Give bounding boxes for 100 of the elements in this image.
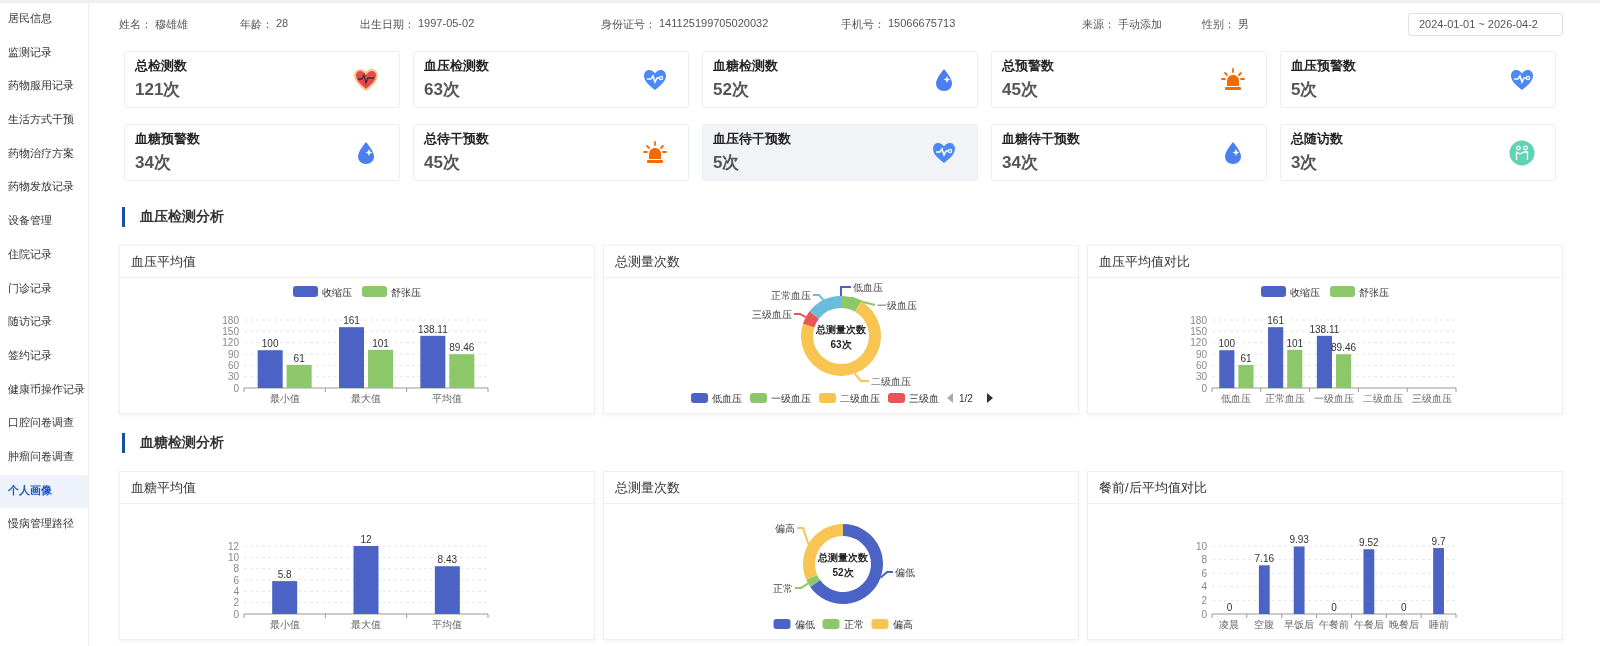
sidebar-item[interactable]: 设备管理	[0, 205, 88, 239]
stat-value: 52次	[713, 79, 750, 101]
stat-card[interactable]: 总待干预数 45次	[413, 124, 689, 181]
legend-item[interactable]: 偏低	[773, 619, 815, 630]
data-label: 0	[1400, 602, 1407, 613]
stat-value: 121次	[135, 79, 182, 101]
legend-item[interactable]: 正常	[822, 619, 864, 630]
sidebar-item[interactable]: 住院记录	[0, 238, 88, 273]
legend-item[interactable]: 低血压	[691, 393, 742, 404]
slice-label: 正常血压	[771, 289, 811, 301]
slice-label: 一级血压	[877, 299, 917, 311]
stat-card[interactable]: 总检测数 121次	[124, 51, 400, 108]
legend-label: 收缩压	[1290, 287, 1320, 298]
sidebar-item[interactable]: 口腔问卷调查	[0, 407, 88, 441]
axis-label: 平均值	[432, 619, 463, 630]
legend-label: 收缩压	[322, 287, 352, 298]
axis-label: 一级血压	[1314, 393, 1354, 404]
legend-item[interactable]: 二级血压	[819, 393, 880, 404]
axis-tick-label: 12	[227, 540, 239, 552]
axis-tick-label: 60	[227, 359, 239, 371]
axis-tick-label: 150	[222, 325, 239, 337]
axis-tick-label: 4	[1201, 581, 1207, 593]
axis-tick-label: 30	[1195, 371, 1207, 383]
legend-item[interactable]: 收缩压	[1261, 286, 1320, 298]
sidebar-item[interactable]: 随访记录	[0, 306, 88, 340]
stat-title: 血压检测数	[424, 58, 489, 75]
stat-value: 45次	[424, 152, 461, 174]
stat-card[interactable]: 总预警数 45次	[991, 51, 1267, 108]
stat-card[interactable]: 血糖检测数 52次	[702, 51, 978, 108]
data-label: 9.7	[1431, 536, 1446, 548]
axis-label: 睡前	[1428, 619, 1449, 630]
axis-label: 三级血压	[1411, 393, 1452, 404]
stat-card[interactable]: 血糖预警数 34次	[124, 124, 400, 181]
axis-label: 平均值	[432, 393, 463, 404]
sidebar-item[interactable]: 健康币操作记录	[0, 373, 88, 408]
legend-item[interactable]: 一级血压	[750, 393, 811, 404]
field-value: 男	[1238, 16, 1249, 32]
sidebar-item[interactable]: 个人画像	[0, 474, 88, 509]
axis-tick-label: 0	[233, 608, 239, 620]
stat-title: 总预警数	[1002, 58, 1054, 75]
field-label: 来源：	[1082, 16, 1115, 32]
axis-label: 低血压	[1221, 393, 1252, 404]
legend-item[interactable]: 偏高	[871, 619, 913, 630]
legend-item[interactable]: 舒张压	[1330, 286, 1389, 298]
slice-label: 低血压	[853, 281, 883, 293]
data-label: 101	[372, 337, 389, 349]
sidebar-item[interactable]: 监测记录	[0, 36, 88, 71]
field-value: 穆雄雄	[155, 16, 188, 32]
panel-title: 总测量次数	[604, 472, 1078, 504]
alarm-light-icon	[642, 139, 668, 166]
data-label: 100	[1218, 338, 1236, 350]
legend-item[interactable]: 三级血	[888, 393, 939, 404]
field-value: 1997-05-02	[418, 16, 475, 31]
next-page-icon[interactable]	[987, 393, 993, 403]
sidebar-item[interactable]: 居民信息	[0, 3, 88, 37]
bar	[1433, 548, 1444, 614]
field-label: 出生日期：	[360, 16, 415, 32]
sidebar-item[interactable]: 慢病管理路径	[0, 508, 88, 542]
sidebar-item[interactable]: 药物治疗方案	[0, 137, 88, 172]
center-value: 52次	[832, 567, 854, 578]
stat-card[interactable]: 血压预警数 5次	[1280, 51, 1556, 108]
stat-card[interactable]: 血糖待干预数 34次	[991, 124, 1267, 181]
bar	[1238, 364, 1254, 388]
axis-tick-label: 4	[233, 585, 239, 597]
data-label: 0	[1226, 602, 1233, 613]
axis-label: 最大值	[351, 393, 381, 404]
axis-label: 晚餐后	[1388, 619, 1419, 630]
field-value: 141125199705020032	[659, 16, 769, 31]
slice-label: 偏高	[775, 522, 795, 534]
date-range-field[interactable]: 2024-01-01 ~ 2026-04-2	[1408, 12, 1563, 36]
axis-tick-label: 90	[1195, 348, 1207, 360]
axis-tick-label: 120	[1190, 337, 1207, 349]
bar	[1287, 349, 1303, 388]
sidebar-item[interactable]: 生活方式干预	[0, 104, 88, 138]
legend-item[interactable]: 收缩压	[293, 286, 352, 298]
bar	[1219, 350, 1235, 388]
sidebar-item[interactable]: 签约记录	[0, 339, 88, 374]
center-value: 63次	[830, 339, 852, 350]
leader-line	[812, 294, 825, 302]
legend-label: 舒张压	[1359, 287, 1389, 298]
stat-card[interactable]: 血压待干预数 5次	[702, 124, 978, 181]
axis-tick-label: 0	[1201, 382, 1207, 394]
legend-item[interactable]: 舒张压	[362, 286, 421, 298]
stat-card[interactable]: 总随访数 3次	[1280, 124, 1556, 181]
axis-label: 午餐前	[1319, 619, 1349, 630]
axis-tick-label: 6	[233, 574, 239, 586]
sidebar-item[interactable]: 肿瘤问卷调查	[0, 440, 88, 475]
sidebar-item[interactable]: 药物服用记录	[0, 70, 88, 105]
data-label: 5.8	[277, 569, 292, 581]
bar	[1258, 565, 1270, 614]
stat-card[interactable]: 血压检测数 63次	[413, 51, 689, 108]
axis-tick-label: 0	[233, 382, 239, 394]
data-label: 161	[343, 315, 360, 327]
legend-label: 舒张压	[391, 287, 421, 298]
sidebar-item[interactable]: 门诊记录	[0, 272, 88, 307]
field-label: 手机号：	[841, 16, 885, 32]
field-value: 15066675713	[888, 16, 956, 31]
center-title: 总测量次数	[818, 552, 868, 563]
stat-title: 血糖待干预数	[1002, 131, 1080, 148]
sidebar-item[interactable]: 药物发放记录	[0, 171, 88, 206]
